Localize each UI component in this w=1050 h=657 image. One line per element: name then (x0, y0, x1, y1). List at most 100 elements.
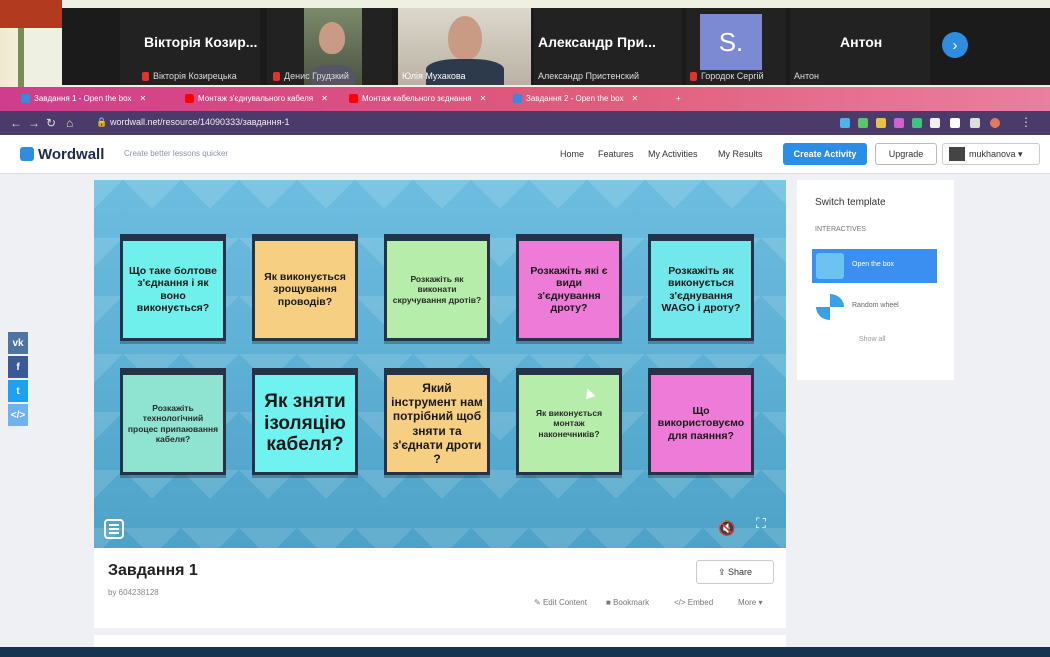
question-box-8[interactable]: Який інструмент нам потрібний щоб зняти … (384, 368, 490, 475)
activity-title: Завдання 1 (108, 562, 198, 579)
participant-name: Вікторія Козир... (144, 34, 258, 50)
reload-icon[interactable]: ↻ (46, 116, 56, 130)
create-activity-button[interactable]: Create Activity (783, 143, 867, 165)
participant-label: Вікторія Козирецька (153, 70, 237, 81)
next-participants-icon[interactable]: › (942, 32, 968, 58)
close-icon[interactable]: ✕ (480, 94, 487, 103)
template-open-the-box[interactable]: Open the box (812, 249, 937, 283)
participant-tile[interactable]: Денис Грудзкий (267, 8, 392, 85)
close-icon[interactable]: ✕ (321, 94, 328, 103)
forward-icon[interactable]: → (28, 116, 40, 130)
facebook-share-icon[interactable]: f (8, 356, 28, 378)
slide-accent-block (0, 0, 62, 28)
question-box-5[interactable]: Розкажіть як виконується з'єднування WAG… (648, 234, 754, 341)
avatar (949, 147, 965, 161)
wordwall-favicon-icon (21, 94, 30, 103)
extension-icon[interactable] (840, 118, 850, 128)
tagline: Create better lessons quicker (124, 149, 229, 158)
browser-address-bar: ← → ↻ ⌂ 🔒 wordwall.net/resource/14090333… (0, 111, 1050, 135)
participant-tile[interactable]: Вікторія Козир... Вікторія Козирецька (120, 8, 260, 85)
embed-label: Embed (687, 598, 714, 607)
tab-title: Монтаж кабельного зєднання (362, 94, 472, 103)
youtube-favicon-icon (349, 94, 358, 103)
user-menu[interactable]: mukhanova ▾ (942, 143, 1040, 165)
youtube-favicon-icon (185, 94, 194, 103)
extension-icon[interactable] (930, 118, 940, 128)
url-input[interactable]: wordwall.net/resource/14090333/завдання-… (110, 117, 289, 127)
vk-share-icon[interactable]: vk (8, 332, 28, 354)
participant-label: Юлія Мухакова (402, 71, 466, 81)
question-box-2[interactable]: Як виконується зрощування проводів? (252, 234, 358, 341)
wordwall-logo[interactable]: Wordwall (20, 146, 104, 163)
slide-bottom-band (0, 647, 1050, 657)
tab-title: Завдання 2 - Open the box (526, 94, 624, 103)
extension-icon[interactable] (912, 118, 922, 128)
share-button[interactable]: ⇪ Share (696, 560, 774, 584)
participant-tile[interactable]: Антон Антон (790, 8, 930, 85)
chevron-down-icon: ▾ (1018, 149, 1023, 159)
tab-zavdannia-1[interactable]: Завдання 1 - Open the box ✕ (18, 90, 184, 108)
extension-icon[interactable] (876, 118, 886, 128)
question-text: Розкажіть які є види з'єднування дроту? (530, 264, 608, 314)
question-box-6[interactable]: Розкажіть технологічний процес припаюван… (120, 368, 226, 475)
question-box-4[interactable]: Розкажіть які є види з'єднування дроту? (516, 234, 622, 341)
question-box-3[interactable]: Розкажіть як виконати скручування дротів… (384, 234, 490, 341)
participant-tile[interactable]: S. Городок Сергій (686, 8, 786, 85)
participant-tile[interactable]: Александр При... Александр Пристенский (534, 8, 682, 85)
tab-zavdannia-2[interactable]: Завдання 2 - Open the box ✕ (510, 90, 676, 108)
open-the-box-icon (816, 253, 844, 279)
participant-tile-active[interactable]: Юлія Мухакова (398, 8, 531, 85)
twitter-share-icon[interactable]: t (8, 380, 28, 402)
browser-tab-bar: Завдання 1 - Open the box ✕ Монтаж з'єдну… (0, 87, 1050, 111)
fullscreen-icon[interactable]: ⛶ (756, 515, 778, 537)
activity-info-lower (94, 635, 786, 647)
extension-icon[interactable] (950, 118, 960, 128)
question-box-7[interactable]: Як зняти ізоляцію кабеля? (252, 368, 358, 475)
question-box-9[interactable]: Як виконується монтаж наконечників? (516, 368, 622, 475)
tab-youtube-2[interactable]: Монтаж кабельного зєднання ✕ (346, 90, 512, 108)
menu-kebab-icon[interactable]: ⋮ (1020, 115, 1032, 129)
new-tab-icon[interactable]: + (676, 90, 690, 108)
edit-content-link[interactable]: ✎ Edit Content (534, 598, 587, 607)
face-image (319, 22, 345, 54)
nav-my-results[interactable]: My Results (718, 149, 763, 159)
activity-author[interactable]: by 604238128 (108, 588, 159, 597)
extension-icon[interactable] (894, 118, 904, 128)
question-box-1[interactable]: Що таке болтове з'єднання і як воно вико… (120, 234, 226, 341)
close-icon[interactable]: ✕ (632, 94, 639, 103)
lock-icon: 🔒 (96, 117, 108, 127)
nav-home[interactable]: Home (560, 149, 584, 159)
bookmark-link[interactable]: ■ Bookmark (606, 598, 649, 607)
embed-share-icon[interactable]: </> (8, 404, 28, 426)
question-box-10[interactable]: Що використовуємо для паяння? (648, 368, 754, 475)
template-label: Open the box (852, 261, 895, 268)
question-text: Розкажіть як виконати скручування дротів… (392, 274, 482, 305)
open-the-box-game: Що таке болтове з'єднання і як воно вико… (94, 180, 786, 548)
extension-icon[interactable] (970, 118, 980, 128)
extension-icon[interactable] (858, 118, 868, 128)
nav-features[interactable]: Features (598, 149, 634, 159)
game-menu-icon[interactable] (104, 519, 124, 539)
switch-template-panel: Switch template INTERACTIVES Open the bo… (797, 180, 954, 380)
question-text: Як зняти ізоляцію кабеля? (264, 390, 346, 456)
sound-muted-icon[interactable]: 🔇 (718, 520, 735, 537)
more-link[interactable]: More ▾ (738, 598, 762, 607)
nav-my-activities[interactable]: My Activities (648, 149, 698, 159)
show-all-link[interactable]: Show all (859, 336, 885, 343)
close-icon[interactable]: ✕ (140, 94, 147, 103)
template-label: Random wheel (852, 302, 899, 309)
activity-info: Завдання 1 by 604238128 ⇪ Share ✎ Edit C… (94, 548, 786, 628)
profile-icon[interactable] (990, 118, 1000, 128)
question-text: Що використовуємо для паяння? (657, 404, 745, 442)
wordwall-header: Wordwall Create better lessons quicker H… (0, 135, 1050, 174)
edit-content-label: Edit Content (542, 598, 587, 607)
embed-link[interactable]: </> Embed (674, 598, 713, 607)
template-random-wheel[interactable]: Random wheel (812, 290, 937, 324)
switch-template-heading: Switch template (815, 197, 886, 208)
back-icon[interactable]: ← (10, 116, 22, 130)
bookmark-label: Bookmark (613, 598, 650, 607)
upgrade-button[interactable]: Upgrade (875, 143, 937, 165)
home-icon[interactable]: ⌂ (66, 116, 73, 130)
tab-youtube-1[interactable]: Монтаж з'єднувального кабеля ✕ (182, 90, 348, 108)
tab-title: Монтаж з'єднувального кабеля (198, 94, 314, 103)
